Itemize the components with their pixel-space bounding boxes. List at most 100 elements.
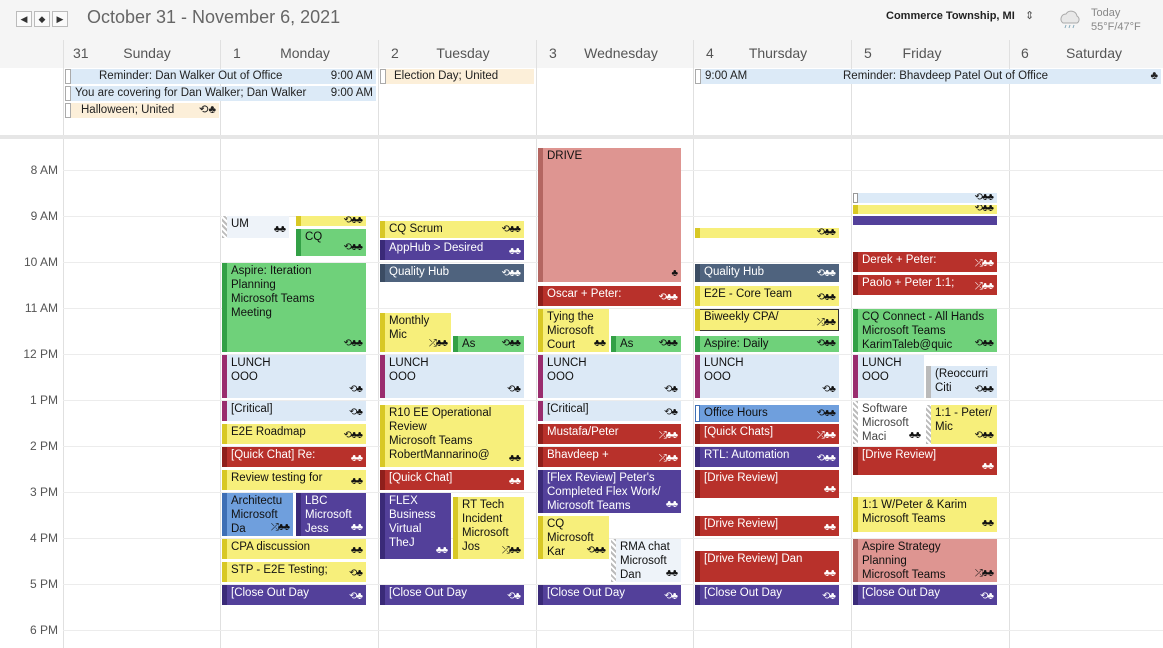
weather-today-label: Today — [1091, 7, 1121, 19]
hour-line — [63, 630, 1163, 631]
calendar-event[interactable]: [Close Out Day ⟲♣ — [380, 585, 524, 605]
day-number: 4 — [706, 45, 714, 61]
calendar-event[interactable]: CPA discussion ♣♣ — [222, 539, 366, 559]
calendar-event[interactable]: LUNCH OOO ⟲♣ — [380, 355, 524, 398]
calendar-event[interactable]: Paolo + Peter 1:1; ⤮♣♣ — [853, 275, 997, 295]
calendar-event[interactable]: CQ Microsoft Kar ⟲♣♣ — [538, 516, 609, 559]
calendar-event[interactable]: Tying the Microsoft Court ♣♣ — [538, 309, 609, 352]
cloud-rain-icon — [1058, 9, 1082, 36]
time-label: 4 PM — [29, 531, 58, 545]
day-divider — [378, 40, 379, 648]
next-week-button[interactable]: ▶ — [52, 11, 68, 27]
calendar-event[interactable]: [Quick Chat] ♣♣ — [380, 470, 524, 490]
calendar-event[interactable]: [Drive Review] ♣♣ — [695, 516, 839, 536]
calendar-event[interactable]: E2E - Core Team ⟲♣♣ — [695, 286, 839, 306]
calendar-event[interactable]: LUNCH OOO ⟲♣ — [538, 355, 681, 398]
time-label: 1 PM — [29, 393, 58, 407]
time-label: 3 PM — [29, 485, 58, 499]
weather-temperature: 55°F/47°F — [1091, 21, 1141, 33]
calendar-event[interactable]: Aspire: Daily ⟲♣♣ — [695, 336, 839, 352]
calendar-event[interactable]: ⟲♣♣ — [296, 216, 366, 226]
all-day-event[interactable]: You are covering for Dan Walker; Dan Wal… — [65, 86, 376, 101]
calendar-event[interactable]: [Flex Review] Peter's Completed Flex Work… — [538, 470, 681, 513]
calendar-event[interactable]: [Close Out Day ⟲♣ — [222, 585, 366, 605]
calendar-event[interactable]: CQ ⟲♣♣ — [296, 229, 366, 256]
all-day-event[interactable]: Halloween; United ⟲♣ — [65, 103, 219, 118]
time-label: 8 AM — [30, 163, 58, 177]
calendar-event[interactable]: Bhavdeep + ⤮♣♣ — [538, 447, 681, 467]
calendar-event[interactable]: CQ Connect - All Hands Microsoft Teams Kar… — [853, 309, 997, 352]
calendar-event[interactable] — [853, 216, 997, 225]
calendar-event[interactable]: Quality Hub ⟲♣♣ — [695, 264, 839, 282]
calendar-event[interactable]: 1:1 - Peter/Mic ⟲♣♣ — [926, 405, 997, 444]
calendar-event[interactable]: Mustafa/Peter ⤮♣♣ — [538, 424, 681, 444]
calendar-event[interactable]: ⟲♣♣ — [853, 205, 997, 214]
day-number: 31 — [73, 45, 89, 61]
time-label: 11 AM — [24, 301, 58, 315]
chevron-updown-icon[interactable]: ⇕ — [1025, 9, 1034, 22]
calendar-event[interactable]: AppHub > Desired ♣♣ — [380, 240, 524, 260]
all-day-event[interactable]: 9:00 AM Reminder: Bhavdeep Patel Out of O… — [695, 69, 1161, 84]
calendar-event[interactable]: [Drive Review] ♣♣ — [853, 447, 997, 475]
calendar-event[interactable]: LBC Microsoft Jess ♣♣ — [296, 493, 366, 536]
calendar-event[interactable]: RTL: Automation ⟲♣♣ — [695, 447, 839, 467]
calendar-event[interactable]: DRIVE ♣ — [538, 148, 681, 282]
calendar-event[interactable]: Monthly Mic ⤮♣♣ — [380, 313, 451, 352]
calendar-event[interactable]: [Quick Chats] ⤮♣♣ — [695, 424, 839, 444]
day-number: 6 — [1021, 45, 1029, 61]
calendar-event[interactable]: Aspire: Iteration Planning Microsoft Teams… — [222, 263, 366, 352]
calendar-event[interactable]: CQ Scrum ⟲♣♣ — [380, 221, 524, 238]
calendar-event[interactable]: [Critical] ⟲♣ — [538, 401, 681, 421]
day-name: Monday — [280, 45, 330, 61]
calendar-event[interactable]: As ⟲♣♣ — [453, 336, 524, 352]
day-name: Thursday — [748, 45, 808, 61]
calendar-event[interactable]: Derek + Peter: ⤮♣♣ — [853, 252, 997, 272]
time-label: 9 AM — [30, 209, 58, 223]
day-name: Wednesday — [584, 45, 658, 61]
day-divider — [536, 40, 537, 648]
calendar-event[interactable]: (Reoccurri Citi ⟲♣♣ — [926, 366, 997, 398]
calendar-event[interactable]: [Quick Chat] Re: ♣♣ — [222, 447, 366, 467]
calendar-event[interactable]: As ⟲♣♣ — [611, 336, 681, 352]
calendar-event[interactable]: LUNCH OOO ⟲♣ — [695, 355, 839, 398]
today-button[interactable]: ◆ — [34, 11, 50, 27]
calendar-event[interactable]: [Close Out Day ⟲♣ — [538, 585, 681, 605]
calendar-event[interactable]: [Critical] ⟲♣ — [222, 401, 366, 421]
calendar-event[interactable]: [Drive Review] Dan ♣♣ — [695, 551, 839, 582]
calendar-event[interactable]: Office Hours ⟲♣♣ — [695, 405, 839, 422]
calendar-event[interactable]: Review testing for ♣♣ — [222, 470, 366, 490]
time-label: 6 PM — [29, 623, 58, 637]
calendar-event[interactable]: [Close Out Day ⟲♣ — [853, 585, 997, 605]
calendar-event[interactable]: [Drive Review] ♣♣ — [695, 470, 839, 498]
calendar-event[interactable]: ⟲♣♣ — [853, 193, 997, 203]
calendar-event[interactable]: Aspire Strategy Planning Microsoft Teams ⤮♣… — [853, 539, 997, 582]
location-selector[interactable]: Commerce Township, MI — [886, 10, 1015, 22]
calendar-event[interactable]: Software Microsoft Maci ♣♣ — [853, 401, 924, 444]
day-name: Friday — [902, 45, 942, 61]
calendar-event[interactable]: STP - E2E Testing; ⟲♣ — [222, 562, 366, 582]
calendar-event[interactable]: E2E Roadmap ⟲♣♣ — [222, 424, 366, 444]
calendar-event[interactable]: LUNCH OOO — [853, 355, 924, 398]
calendar-event[interactable]: LUNCH OOO ⟲♣ — [222, 355, 366, 398]
calendar-event[interactable]: ⟲♣♣ — [695, 228, 839, 238]
calendar-event[interactable]: Oscar + Peter: ⟲♣♣ — [538, 286, 681, 306]
date-range-title: October 31 - November 6, 2021 — [87, 7, 341, 27]
all-day-event[interactable]: Reminder: Dan Walker Out of Office 9:00 A… — [65, 69, 376, 84]
previous-week-button[interactable]: ◀ — [16, 11, 32, 27]
day-name: Saturday — [1065, 45, 1123, 61]
time-label: 10 AM — [23, 255, 58, 269]
calendar-event[interactable]: Biweekly CPA/⤮♣♣ — [695, 309, 839, 331]
calendar-event[interactable]: 1:1 W/Peter & Karim Microsoft Teams ♣♣ — [853, 497, 997, 532]
time-label: 12 PM — [23, 347, 58, 361]
calendar-event[interactable]: Quality Hub ⟲♣♣ — [380, 264, 524, 282]
all-day-event[interactable]: Election Day; United — [380, 69, 534, 84]
calendar-event[interactable]: RT Tech Incident Microsoft Jos ⤮♣♣ — [453, 497, 524, 559]
calendar-event[interactable]: RMA chat Microsoft Dan ♣♣ — [611, 539, 681, 582]
day-divider — [1009, 40, 1010, 648]
calendar-event[interactable]: [Close Out Day ⟲♣ — [695, 585, 839, 605]
time-label: 2 PM — [29, 439, 58, 453]
calendar-event[interactable]: R10 EE Operational Review Microsoft Teams R… — [380, 405, 524, 467]
calendar-event[interactable]: Architectu Microsoft Da ⤮♣♣ — [222, 493, 293, 536]
calendar-event[interactable]: FLEX Business Virtual TheJ ♣♣ — [380, 493, 451, 559]
calendar-event[interactable]: UM ♣♣ — [222, 216, 289, 238]
